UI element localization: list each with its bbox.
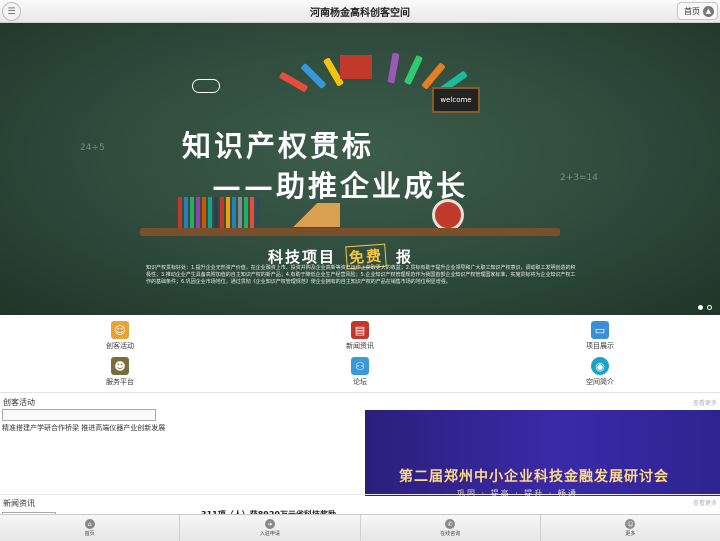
slider-dot-active[interactable]	[698, 305, 703, 310]
banner-slider[interactable]: 24÷5 2+3=14 welcome 知识产权贯标 ——助推企业成长 科技项目…	[0, 23, 720, 315]
seminar-title: 第二届郑州中小企业科技金融发展研讨会	[399, 469, 669, 485]
banner-paragraph: 知识产权贯标好处：1.提升企业无形资产价值，在企业融资上市、投资并购及企业高新等…	[146, 265, 576, 285]
quick-link-services[interactable]: ☻ 服务平台	[0, 354, 240, 390]
quick-link-label: 空间简介	[586, 378, 614, 386]
tagline-right: 报	[396, 248, 414, 266]
section-title-activities: 创客活动	[3, 398, 35, 407]
ruler-illustration	[270, 203, 340, 227]
top-bar: ☰ 河南杨金高科创客空间 首页 ▲	[0, 0, 720, 23]
news-more-link[interactable]: 查看更多	[693, 498, 717, 507]
quick-link-label: 服务平台	[106, 378, 134, 386]
nav-home[interactable]: ⌂ 首页	[0, 515, 181, 541]
books-illustration	[178, 197, 260, 228]
section-title-news: 新闻资讯	[3, 499, 35, 508]
nav-apply[interactable]: ➜ 入驻申请	[180, 515, 361, 541]
bookshelf	[140, 228, 560, 236]
globe-icon: ◉	[591, 357, 609, 375]
chalk-doodle: 24÷5	[80, 143, 105, 153]
slider-dot[interactable]	[707, 305, 712, 310]
page-title: 河南杨金高科创客空间	[310, 8, 410, 19]
nav-label: 入驻申请	[259, 531, 280, 537]
quick-link-label: 项目展示	[586, 342, 614, 350]
phone-icon: ✆	[445, 519, 456, 529]
monitor-icon: ▭	[591, 321, 609, 339]
quick-link-activities[interactable]: ☺ 创客活动	[0, 318, 240, 354]
quick-link-projects[interactable]: ▭ 项目展示	[480, 318, 720, 354]
school-illustration	[340, 55, 372, 79]
newspaper-icon: ▤	[351, 321, 369, 339]
seminar-banner[interactable]: 第二届郑州中小企业科技金融发展研讨会 巩固 · 提高 · 提升 · 畅通	[365, 410, 720, 496]
arrow-up-icon: ▲	[703, 5, 714, 17]
quick-link-news[interactable]: ▤ 新闻资讯	[240, 318, 480, 354]
chalk-doodle: 2+3=14	[560, 173, 598, 183]
welcome-board-text: welcome	[440, 96, 472, 104]
group-icon: ⚇	[351, 357, 369, 375]
tagline-left: 科技项目	[268, 248, 337, 266]
quick-link-label: 新闻资讯	[346, 342, 374, 350]
people-icon: ☺	[111, 321, 129, 339]
quick-link-label: 创客活动	[106, 342, 134, 350]
nav-label: 首页	[84, 531, 95, 537]
home-icon: ⌂	[84, 519, 95, 529]
home-button-label: 首页	[684, 6, 700, 16]
alarm-clock-icon	[432, 199, 464, 231]
activity-image[interactable]	[2, 409, 156, 421]
activity-caption[interactable]: 精准搭建产学研合作桥梁 推进高端仪器产业创新发展	[2, 423, 165, 433]
activities-more-link[interactable]: 查看更多	[693, 398, 717, 407]
worker-icon: ☻	[111, 357, 129, 375]
nav-more[interactable]: ☺ 更多	[541, 515, 720, 541]
quick-link-forum[interactable]: ⚇ 论坛	[240, 354, 480, 390]
banner-headline: 知识产权贯标	[182, 129, 375, 163]
nav-label: 在线咨询	[440, 531, 461, 537]
bottom-nav: ⌂ 首页 ➜ 入驻申请 ✆ 在线咨询 ☺ 更多	[0, 514, 720, 541]
user-icon: ☺	[625, 519, 636, 529]
nav-label: 更多	[625, 531, 636, 537]
slider-dots	[698, 305, 712, 310]
welcome-board: welcome	[432, 87, 480, 113]
nav-consult[interactable]: ✆ 在线咨询	[361, 515, 541, 541]
home-button[interactable]: 首页 ▲	[677, 2, 718, 20]
arrow-right-icon: ➜	[264, 519, 275, 529]
quick-links: ☺ 创客活动 ▤ 新闻资讯 ▭ 项目展示 ☻ 服务平台 ⚇ 论坛 ◉ 空间简介	[0, 316, 720, 393]
quick-link-label: 论坛	[353, 378, 367, 386]
divider	[0, 494, 720, 495]
cloud-doodle-icon	[192, 79, 220, 93]
quick-link-about[interactable]: ◉ 空间简介	[480, 354, 720, 390]
